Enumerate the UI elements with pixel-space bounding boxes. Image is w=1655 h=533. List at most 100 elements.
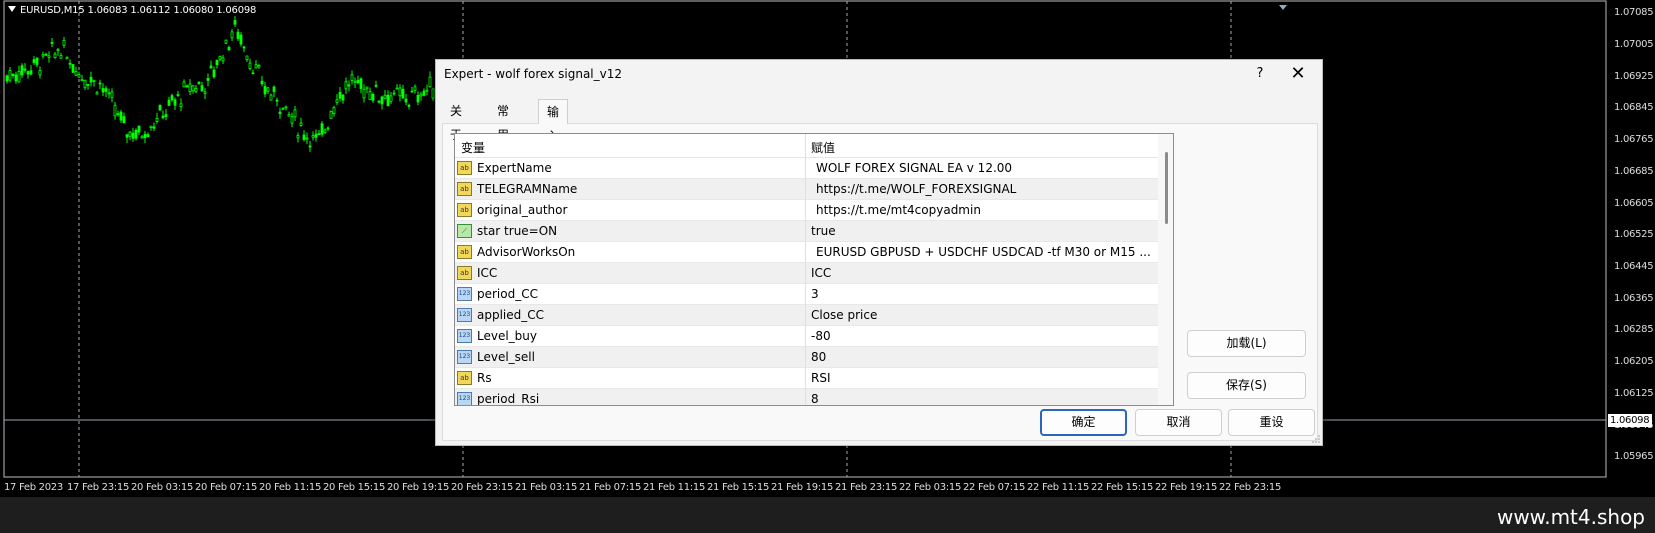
candle-body <box>386 94 390 107</box>
candle-body <box>296 135 300 139</box>
candle-body <box>179 103 183 108</box>
candle-body <box>125 134 129 138</box>
table-row[interactable]: ⟋ star true=ON true <box>455 221 1158 242</box>
candle-body <box>389 95 393 102</box>
candle-body <box>203 91 207 94</box>
header-value[interactable]: 赋值 <box>811 139 835 156</box>
candle-body <box>362 88 366 99</box>
param-value[interactable]: WOLF FOREX SIGNAL EA v 12.00 <box>816 161 1156 175</box>
time-tick-label: 22 Feb 19:15 <box>1155 482 1218 493</box>
param-value[interactable]: https://t.me/mt4copyadmin <box>816 203 1156 217</box>
scrollbar-thumb[interactable] <box>1165 152 1168 224</box>
number-type-icon: 123 <box>457 392 472 405</box>
candle-body <box>68 62 72 65</box>
candle-body <box>191 85 195 92</box>
candle-body <box>326 127 330 130</box>
reset-button[interactable]: 重设 <box>1228 409 1315 436</box>
tab-about[interactable]: 关于 <box>442 99 470 142</box>
param-value[interactable]: 3 <box>811 287 1151 301</box>
candle-body <box>317 133 321 135</box>
time-tick-label: 22 Feb 03:15 <box>899 482 962 493</box>
candle-body <box>260 80 264 85</box>
candle-body <box>113 104 117 117</box>
candle-body <box>86 83 90 86</box>
table-row[interactable]: ab TELEGRAMName https://t.me/WOLF_FOREXSIG… <box>455 179 1158 200</box>
price-tick-label: 1.05965 <box>1614 451 1654 462</box>
time-tick-label: 22 Feb 15:15 <box>1091 482 1154 493</box>
param-value[interactable]: https://t.me/WOLF_FOREXSIGNAL <box>816 182 1156 196</box>
resize-grip-icon[interactable] <box>1312 435 1320 443</box>
table-row[interactable]: 123 Level_buy -80 <box>455 326 1158 347</box>
table-row[interactable]: ab original_author https://t.me/mt4copyadm… <box>455 200 1158 221</box>
candle-body <box>170 95 174 101</box>
candle-body <box>41 54 45 57</box>
candle-body <box>230 31 234 39</box>
candle-body <box>383 94 387 99</box>
candle-body <box>287 114 291 117</box>
candle-body <box>311 135 315 138</box>
candle-body <box>239 34 243 45</box>
cancel-button[interactable]: 取消 <box>1135 409 1222 436</box>
number-type-icon: 123 <box>457 329 472 343</box>
price-tick-label: 1.06685 <box>1614 166 1654 177</box>
param-name: period_CC <box>477 287 538 301</box>
param-name: Level_buy <box>477 329 537 343</box>
param-value[interactable]: Close price <box>811 308 1151 322</box>
ok-button[interactable]: 确定 <box>1040 409 1127 436</box>
vertical-scrollbar[interactable] <box>1158 134 1173 405</box>
table-row[interactable]: ab ICC ICC <box>455 263 1158 284</box>
save-button[interactable]: 保存(S) <box>1187 372 1306 399</box>
candle-body <box>284 106 288 109</box>
price-tick-label: 1.06125 <box>1614 388 1654 399</box>
candle-body <box>347 84 351 87</box>
table-row[interactable]: ab Rs RSI <box>455 368 1158 389</box>
candle-body <box>131 132 135 139</box>
candle-body <box>401 88 405 99</box>
candle-body <box>26 71 30 75</box>
dropdown-triangle-icon[interactable] <box>8 6 16 12</box>
table-row[interactable]: 123 applied_CC Close price <box>455 305 1158 326</box>
candle-body <box>71 64 75 73</box>
candle-body <box>314 133 318 138</box>
column-divider[interactable] <box>805 134 806 405</box>
param-value[interactable]: -80 <box>811 329 1151 343</box>
candle-body <box>242 46 246 49</box>
candle-body <box>59 55 63 59</box>
candle-body <box>173 99 177 106</box>
param-value[interactable]: 8 <box>811 392 1151 405</box>
table-row[interactable]: 123 Level_sell 80 <box>455 347 1158 368</box>
param-value[interactable]: RSI <box>811 371 1151 385</box>
time-tick-label: 21 Feb 07:15 <box>579 482 642 493</box>
help-button[interactable]: ? <box>1250 64 1270 84</box>
table-row[interactable]: ab AdvisorWorksOn EURUSD GBPUSD + USDCHF U… <box>455 242 1158 263</box>
param-value[interactable]: ICC <box>811 266 1151 280</box>
candle-body <box>308 145 312 148</box>
param-value[interactable]: 80 <box>811 350 1151 364</box>
number-type-icon: 123 <box>457 308 472 322</box>
candle-body <box>293 109 297 118</box>
table-row[interactable]: 123 period_Rsi 8 <box>455 389 1158 405</box>
candle-body <box>245 55 249 61</box>
candle-body <box>374 84 378 87</box>
tab-inputs[interactable]: 输入参数 <box>538 99 569 191</box>
close-button[interactable]: ✕ <box>1287 63 1309 85</box>
param-value[interactable]: EURUSD GBPUSD + USDCHF USDCAD -tf M30 or… <box>816 245 1156 259</box>
candle-body <box>29 70 33 75</box>
param-value[interactable]: true <box>811 224 1151 238</box>
candle-body <box>380 96 384 105</box>
load-button[interactable]: 加载(L) <box>1187 330 1306 357</box>
candle-body <box>254 64 258 69</box>
time-tick-label: 21 Feb 15:15 <box>707 482 770 493</box>
candle-body <box>353 80 357 83</box>
candle-body <box>416 95 420 103</box>
table-row[interactable]: ab ExpertName WOLF FOREX SIGNAL EA v 12.00 <box>455 158 1158 179</box>
candle-body <box>281 107 285 110</box>
table-row[interactable]: 123 period_CC 3 <box>455 284 1158 305</box>
tab-common[interactable]: 常用 <box>489 99 517 142</box>
candle-body <box>62 39 66 46</box>
candle-body <box>155 117 159 122</box>
header-variable[interactable]: 变量 <box>461 139 485 156</box>
candle-body <box>128 131 132 137</box>
param-name: TELEGRAMName <box>477 182 578 196</box>
current-price-label: 1.06098 <box>1608 414 1652 427</box>
